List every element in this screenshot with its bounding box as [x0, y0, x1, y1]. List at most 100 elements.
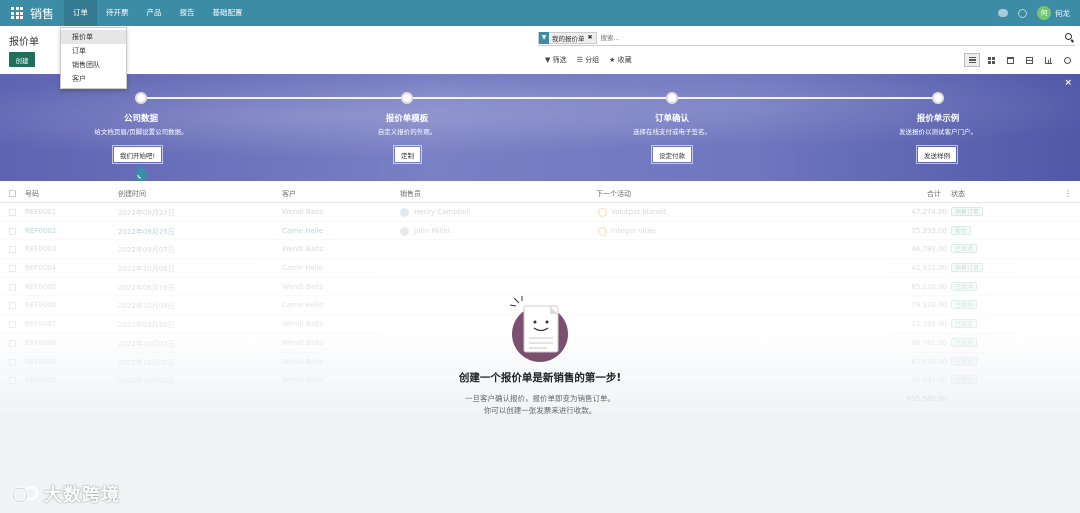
step-dot-company [135, 92, 147, 104]
select-all-checkbox[interactable] [9, 190, 16, 197]
step-desc-confirmation: 选择在线支付或电子签名。 [633, 128, 711, 136]
table-row[interactable]: REF0005 2022年08月19日 Wendi Baltz 65,120.00 已取… [0, 278, 1080, 297]
cell-customer: Wendi Baltz [282, 208, 324, 216]
cell-total: 90,761.00 [911, 338, 947, 347]
activity-clock-icon[interactable] [1018, 8, 1027, 18]
cell-activity: Volutpat blandit [611, 208, 667, 216]
step-title-template: 报价单模板 [385, 114, 429, 124]
cell-total: 75,393.00 [911, 226, 947, 235]
filters-button[interactable]: ▼ 筛选 [545, 55, 567, 65]
status-badge: 已取消 [951, 244, 978, 254]
row-checkbox[interactable] [9, 227, 16, 235]
apps-menu-icon[interactable] [8, 4, 26, 22]
row-checkbox[interactable] [9, 321, 16, 329]
view-switcher [964, 53, 1075, 67]
cell-salesperson: Henry Campbell [414, 208, 471, 216]
activity-view-button[interactable] [1059, 53, 1075, 67]
cell-number: REF0010 [25, 376, 57, 385]
column-activity[interactable]: 下一个活动 [596, 189, 631, 199]
pivot-view-button[interactable] [1021, 53, 1037, 67]
row-checkbox[interactable] [9, 339, 16, 347]
status-badge: 已锁定 [951, 319, 978, 329]
menu-products[interactable]: 产品 [138, 0, 171, 26]
cell-customer: Wendi Baltz [282, 245, 324, 254]
table-row[interactable]: REF0003 2022年09月07日 Wendi Baltz 46,783.00 已取… [0, 240, 1080, 260]
step-dot-confirmation [666, 92, 678, 104]
menu-to-invoice[interactable]: 待开票 [97, 0, 138, 26]
row-checkbox[interactable] [9, 283, 16, 291]
step-title-sample: 报价单示例 [916, 114, 960, 124]
list-icon [968, 57, 976, 63]
status-badge: 已取消 [951, 337, 978, 347]
step-button-confirmation[interactable]: 设定付款 [651, 145, 693, 164]
menu-configuration[interactable]: 基础配置 [204, 0, 252, 26]
filter-icon: ▼ [539, 31, 549, 44]
graph-view-button[interactable] [1040, 53, 1056, 67]
orders-dropdown-menu: 报价单 订单 销售团队 客户 [60, 27, 127, 89]
search-icon[interactable] [1065, 33, 1072, 40]
menu-reporting[interactable]: 报告 [171, 0, 204, 26]
cell-number: REF0006 [25, 301, 57, 310]
watermark: 大数跨境 [10, 481, 120, 507]
cell-customer: Wendi Baltz [282, 357, 324, 366]
optional-columns-icon[interactable]: ⋮ [1064, 189, 1072, 198]
favorites-button[interactable]: ★ 收藏 [609, 55, 632, 65]
facet-label: 我的报价单 [552, 34, 585, 43]
activity-clock-icon[interactable] [598, 208, 607, 217]
cell-created: 2022年10月05日 [118, 358, 175, 367]
row-checkbox[interactable] [9, 377, 16, 385]
empty-state-title: 创建一个报价单是新销售的第一步! [458, 372, 622, 384]
cell-total: 11,193.00 [911, 320, 947, 329]
column-customer[interactable]: 客户 [282, 189, 296, 199]
dropdown-item-customers[interactable]: 客户 [61, 72, 126, 86]
row-checkbox[interactable] [9, 209, 16, 216]
search-input[interactable] [600, 33, 1021, 42]
status-badge: 销售订单 [951, 263, 984, 273]
activity-clock-icon[interactable] [598, 226, 607, 236]
app-name[interactable]: 销售 [30, 5, 54, 22]
activity-icon [1063, 56, 1071, 64]
dropdown-item-orders[interactable]: 订单 [61, 44, 126, 58]
grand-total: 635,585.00 [906, 394, 947, 403]
page-title: 报价单 [9, 37, 39, 48]
onboarding-progress-line [141, 97, 939, 99]
calendar-view-button[interactable] [1002, 53, 1018, 67]
status-badge: 已取消 [951, 300, 978, 310]
step-button-template[interactable]: 定制 [393, 145, 422, 164]
facet-remove-icon[interactable]: ✖ [588, 34, 596, 41]
cell-activity: Integer vitae [611, 226, 656, 235]
cell-created: 2022年10月06日 [118, 265, 175, 274]
banner-close-icon[interactable]: × [1064, 78, 1072, 88]
watermark-text: 大数跨境 [44, 485, 120, 506]
table-row[interactable]: REF0004 2022年10月06日 Carrie Helle 41,321.00 销… [0, 259, 1080, 278]
kanban-view-button[interactable] [983, 53, 999, 67]
step-title-confirmation: 订单确认 [654, 114, 689, 124]
cell-total: 41,321.00 [911, 264, 947, 273]
dropdown-item-sales-teams[interactable]: 销售团队 [61, 58, 126, 72]
step-button-company[interactable]: 我们开始吧! [111, 145, 164, 164]
row-checkbox[interactable] [9, 302, 16, 310]
column-number[interactable]: 号码 [25, 189, 39, 199]
group-by-button[interactable]: ☰ 分组 [577, 55, 600, 65]
user-avatar[interactable]: 何 [1037, 6, 1051, 20]
menu-orders[interactable]: 订单 [64, 0, 98, 26]
create-button[interactable]: 创建 [9, 52, 35, 67]
table-row[interactable]: REF0001 2022年09月23日 Wendi Baltz Henry Campb… [0, 203, 1080, 222]
column-total[interactable]: 合计 [927, 189, 941, 199]
row-checkbox[interactable] [9, 358, 16, 366]
step-button-sample[interactable]: 发送样例 [916, 145, 958, 164]
table-row[interactable]: REF0002 2022年09月25日 Carrie Helle John Mille… [0, 222, 1080, 241]
cell-number: REF0007 [25, 320, 57, 329]
chat-icon[interactable] [998, 9, 1008, 17]
cell-number: REF0004 [25, 264, 57, 273]
column-status[interactable]: 状态 [951, 189, 965, 199]
cell-total: 46,783.00 [911, 245, 947, 254]
column-salesperson[interactable]: 销售员 [400, 189, 421, 199]
column-created[interactable]: 创建时间 [118, 189, 146, 199]
status-badge: 销售订单 [951, 207, 984, 216]
row-checkbox[interactable] [9, 265, 16, 273]
user-name[interactable]: 何龙 [1055, 8, 1070, 19]
dropdown-item-quotations[interactable]: 报价单 [61, 30, 126, 44]
list-view-button[interactable] [964, 53, 980, 67]
row-checkbox[interactable] [9, 246, 16, 254]
